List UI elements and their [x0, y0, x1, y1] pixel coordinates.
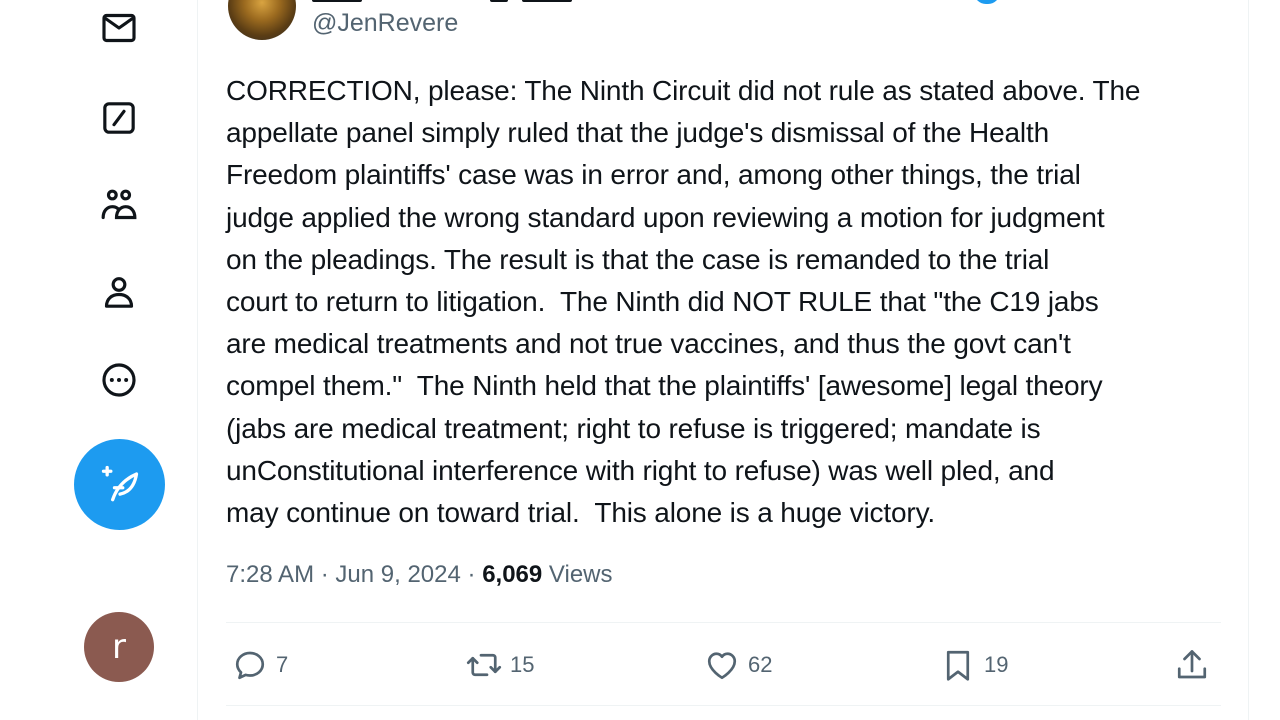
user-avatar-letter: r — [112, 627, 126, 667]
reply-button[interactable]: 7 — [232, 640, 288, 690]
reply-count: 7 — [276, 652, 289, 677]
messages-icon[interactable] — [97, 6, 141, 50]
heart-icon — [707, 652, 737, 680]
meta-separator: · — [320, 561, 329, 588]
author-handle[interactable]: @JenRevere — [312, 9, 458, 38]
author-display-name[interactable] — [312, 0, 642, 4]
repost-count: 15 — [510, 652, 535, 677]
meta-separator: · — [467, 561, 476, 588]
actions-divider-bottom — [226, 705, 1221, 706]
author-avatar[interactable] — [228, 0, 296, 40]
tweet-meta: 7:28 AM · Jun 9, 2024 · 6,069 Views — [226, 561, 613, 589]
tweet-time[interactable]: 7:28 AM — [226, 561, 314, 588]
tweet-date[interactable]: Jun 9, 2024 — [335, 561, 460, 588]
like-button[interactable]: 62 — [704, 640, 772, 690]
grok-icon[interactable] — [97, 96, 141, 140]
actions-divider-top — [226, 622, 1221, 623]
tweet-text: CORRECTION, please: The Ninth Circuit di… — [226, 75, 1141, 529]
communities-icon[interactable] — [97, 183, 141, 227]
compose-post-icon — [101, 465, 138, 501]
bookmark-icon — [946, 650, 970, 681]
like-count: 62 — [748, 652, 773, 677]
repost-button[interactable]: 15 — [466, 640, 534, 690]
verified-badge-icon — [974, 0, 1000, 4]
sidebar-nav: r — [0, 0, 197, 720]
column-divider — [197, 0, 198, 720]
share-icon — [1177, 650, 1207, 679]
share-button[interactable] — [1174, 640, 1210, 690]
more-icon[interactable] — [97, 358, 141, 402]
tweet-actions: 7 15 62 19 — [226, 640, 1221, 690]
compose-post-button[interactable] — [74, 439, 165, 530]
bookmark-button[interactable]: 19 — [940, 640, 1008, 690]
column-divider-right — [1248, 0, 1249, 720]
user-avatar[interactable]: r — [84, 612, 154, 682]
repost-icon — [466, 653, 502, 677]
profile-icon[interactable] — [97, 270, 141, 314]
reply-icon — [235, 651, 265, 680]
views-count: 6,069 — [482, 561, 543, 588]
views-label: Views — [548, 561, 613, 588]
bookmark-count: 19 — [984, 652, 1009, 677]
